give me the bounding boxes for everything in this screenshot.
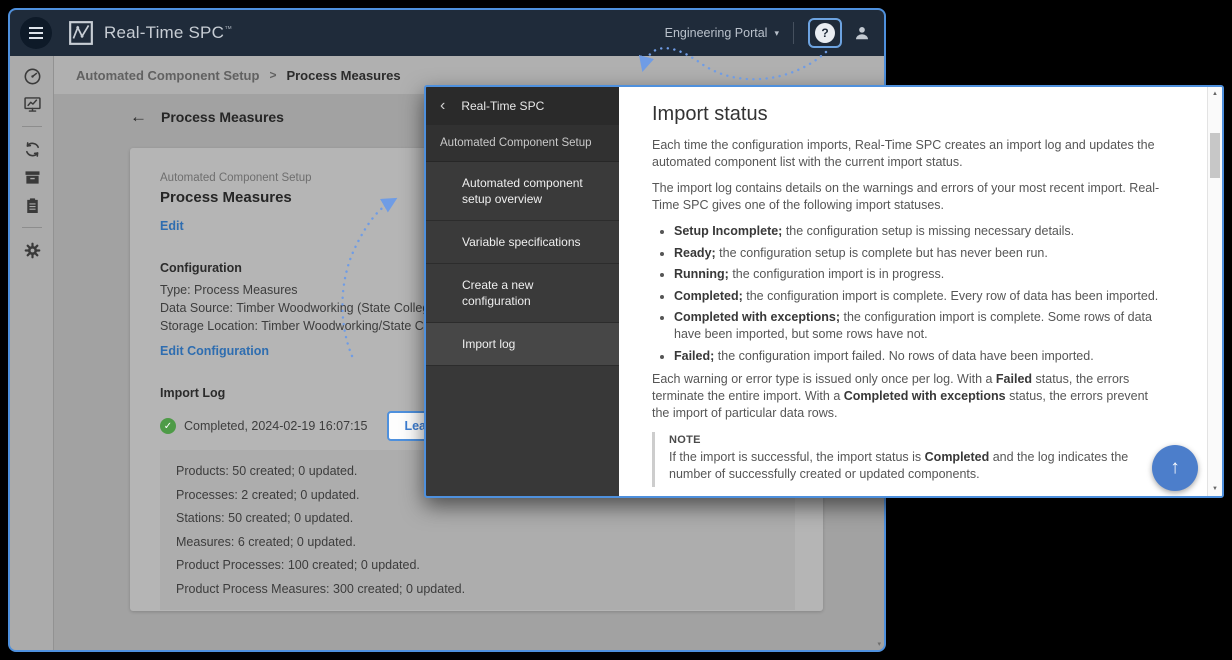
status-completed-icon: ✓ [160,418,176,434]
scrollbar-up-icon[interactable]: ▲ [1208,91,1222,97]
help-nav-items: Automated component setup overviewVariab… [426,162,619,366]
help-closing-paragraph: Each warning or error type is issued onl… [652,371,1167,422]
status-bullet: Setup Incomplete; the configuration setu… [674,223,1167,240]
scrollbar-down-icon[interactable]: ▼ [1208,486,1222,492]
user-profile-button[interactable] [852,23,872,43]
help-button[interactable]: ? [808,18,842,48]
edit-link[interactable]: Edit [160,219,184,233]
sidebar [10,56,54,650]
person-icon [852,23,872,43]
window-scroll-down-icon[interactable]: ▾ [877,640,881,648]
status-bullet: Failed; the configuration import failed.… [674,348,1167,365]
screenshot-canvas: Real-Time SPC™ Engineering Portal ▾ ? [0,0,1232,660]
status-bullet: Completed with exceptions; the configura… [674,309,1167,343]
breadcrumb-parent-link[interactable]: Automated Component Setup [76,68,259,83]
chevron-left-icon: ‹ [440,98,445,114]
help-nav-item[interactable]: Create a new configuration [426,264,619,323]
back-arrow-button[interactable]: ← [130,108,147,125]
chevron-down-icon: ▾ [774,28,779,39]
arrow-up-icon: ↑ [1170,457,1180,479]
breadcrumb-separator: > [269,68,276,82]
settings-gear-icon[interactable] [10,236,54,264]
chart-monitor-icon[interactable] [10,90,54,118]
scroll-to-top-button[interactable]: ↑ [1152,445,1198,491]
app-title: Real-Time SPC™ [104,23,232,43]
help-content: Import status Each time the configuratio… [619,87,1222,496]
storage-box-icon[interactable] [10,163,54,191]
note-text: If the import is successful, the import … [669,449,1167,483]
help-intro-paragraph-1: Each time the configuration imports, Rea… [652,137,1167,171]
breadcrumb-current: Process Measures [286,68,400,83]
help-intro-paragraph-2: The import log contains details on the w… [652,180,1167,214]
scrollbar-thumb[interactable] [1210,133,1220,178]
edit-configuration-link[interactable]: Edit Configuration [160,344,269,358]
trademark-symbol: ™ [224,24,232,33]
help-nav-item[interactable]: Import log [426,323,619,366]
status-bullet-list: Setup Incomplete; the configuration setu… [652,223,1167,365]
page-title: Process Measures [161,109,284,125]
app-logo-icon [68,20,94,46]
import-stat-line: Stations: 50 created; 0 updated. [176,512,795,525]
import-stat-line: Product Processes: 100 created; 0 update… [176,559,795,572]
help-title: Import status [652,103,1167,126]
status-bullet: Ready; the configuration setup is comple… [674,245,1167,262]
import-stat-line: Measures: 6 created; 0 updated. [176,536,795,549]
portal-dropdown[interactable]: Engineering Portal ▾ [665,26,779,40]
hamburger-menu-button[interactable] [20,17,52,49]
help-nav-title: Real-Time SPC [461,99,544,113]
import-status-text: Completed, 2024-02-19 16:07:15 [184,419,367,433]
help-nav-item[interactable]: Automated component setup overview [426,162,619,221]
import-stat-line: Product Process Measures: 300 created; 0… [176,583,795,596]
help-scrollbar[interactable]: ▲ ▼ [1207,87,1222,496]
help-nav-header[interactable]: ‹ Real-Time SPC [426,87,619,125]
sidebar-divider [22,126,42,127]
sidebar-divider [22,227,42,228]
portal-dropdown-label: Engineering Portal [665,26,768,40]
status-bullet: Running; the configuration import is in … [674,266,1167,283]
status-bullet: Completed; the configuration import is c… [674,288,1167,305]
note-label: NOTE [669,434,1167,446]
help-panel: ‹ Real-Time SPC Automated Component Setu… [424,85,1224,498]
top-navbar: Real-Time SPC™ Engineering Portal ▾ ? [10,10,884,56]
note-block: NOTE If the import is successful, the im… [652,432,1167,487]
help-nav: ‹ Real-Time SPC Automated Component Setu… [426,87,619,496]
dashboard-gauge-icon[interactable] [10,62,54,90]
navbar-divider [793,22,794,44]
help-nav-item[interactable]: Variable specifications [426,221,619,264]
sync-icon[interactable] [10,135,54,163]
help-nav-section[interactable]: Automated Component Setup [426,125,619,162]
clipboard-icon[interactable] [10,191,54,219]
help-icon: ? [815,23,835,43]
